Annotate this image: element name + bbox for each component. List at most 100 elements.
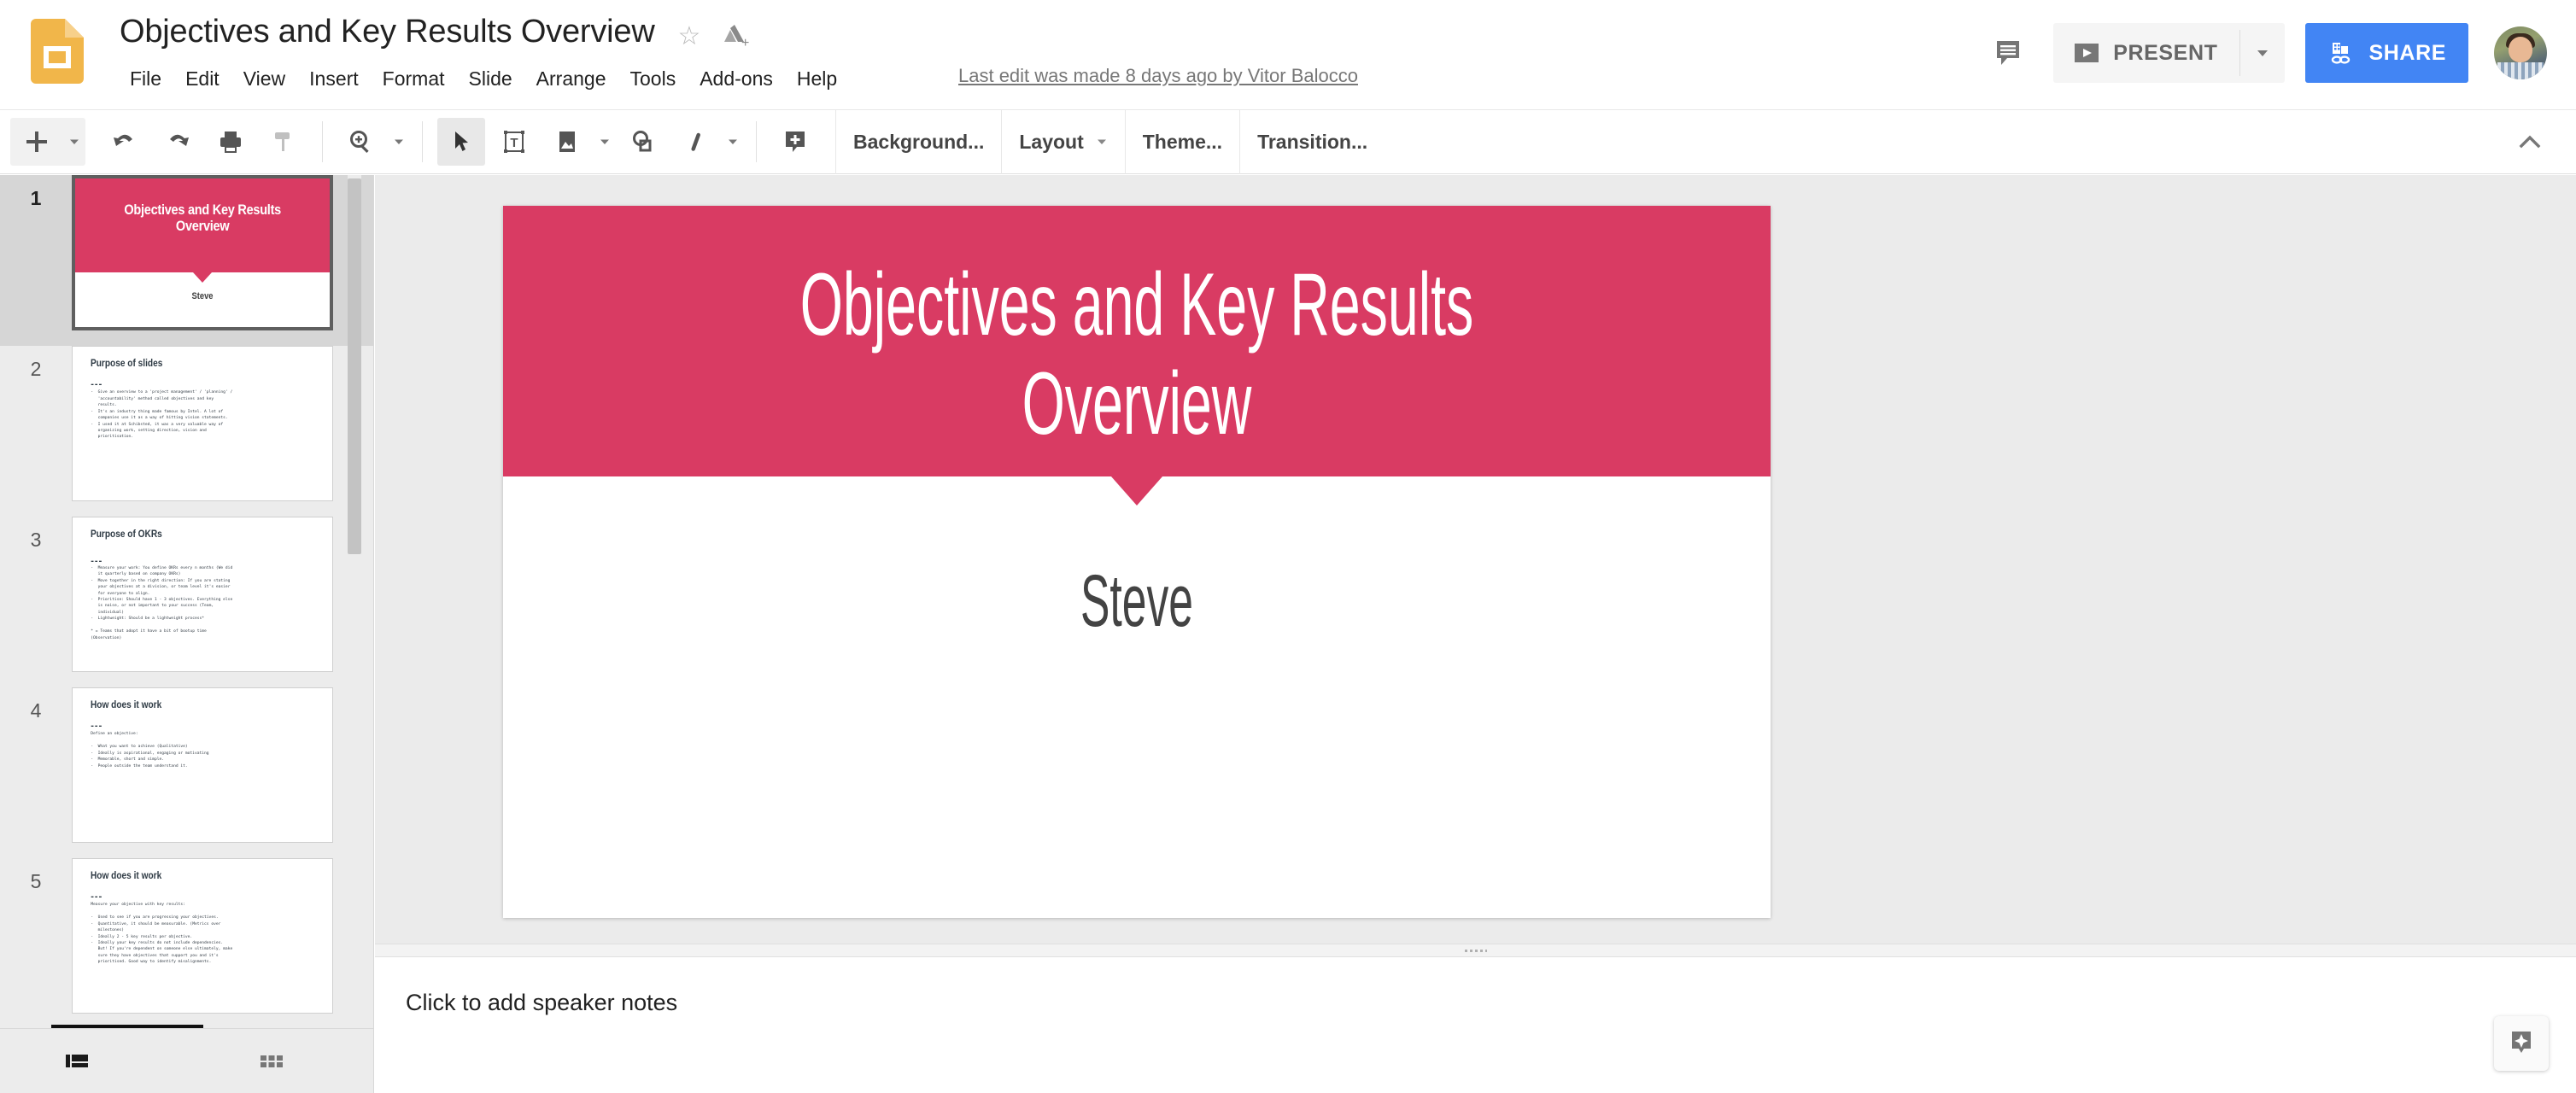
line-options-button[interactable]: [722, 118, 744, 166]
header-actions: PRESENT SHARE: [1983, 14, 2576, 92]
undo-button[interactable]: [101, 118, 149, 166]
thumb-body: - Give an overview to a 'project managem…: [91, 390, 233, 440]
menu-slide[interactable]: Slide: [457, 63, 524, 95]
slide-subtitle-text[interactable]: Steve: [757, 564, 1517, 638]
divider: [422, 121, 423, 162]
menu-file[interactable]: File: [118, 63, 173, 95]
chevron-down-icon: [729, 139, 737, 144]
thumb-rule: ---: [91, 720, 103, 731]
grid-view-icon: [261, 1055, 283, 1067]
menu-tools[interactable]: Tools: [618, 63, 688, 95]
filmstrip-view-icon: [66, 1054, 88, 1067]
slide-thumbnail-3[interactable]: 3 Purpose of OKRs --- - Measure your wor…: [0, 517, 373, 687]
menu-arrange[interactable]: Arrange: [524, 63, 618, 95]
thumb-notch: [193, 272, 212, 283]
zoom-options-button[interactable]: [388, 118, 410, 166]
slide-thumbnail-5[interactable]: 5 How does it work --- Measure your obje…: [0, 858, 373, 1028]
theme-button[interactable]: Theme...: [1126, 118, 1239, 166]
background-button[interactable]: Background...: [836, 118, 1001, 166]
slide-number: 3: [30, 529, 42, 551]
filmstrip-view-button[interactable]: [53, 1037, 101, 1085]
current-slide[interactable]: Objectives and Key Results Overview Stev…: [503, 206, 1771, 918]
slide-filmstrip[interactable]: 1 Objectives and Key Results Overview St…: [0, 175, 374, 1028]
menu-insert[interactable]: Insert: [297, 63, 371, 95]
select-tool-button[interactable]: [437, 118, 485, 166]
thumb-rule: ---: [91, 891, 103, 902]
filmstrip-scrollbar-thumb[interactable]: [348, 178, 361, 554]
divider: [322, 121, 323, 162]
present-button-group[interactable]: PRESENT: [2053, 23, 2286, 83]
thumb-subtitle: Steve: [191, 291, 214, 302]
thumb-body: Define an objective: - What you want to …: [91, 732, 209, 769]
thumbnail-canvas[interactable]: Purpose of slides --- - Give an overview…: [72, 346, 333, 501]
new-slide-options-button[interactable]: [63, 118, 85, 166]
slide-thumbnail-2[interactable]: 2 Purpose of slides --- - Give an overvi…: [0, 346, 373, 517]
notes-resize-handle[interactable]: [375, 944, 2576, 957]
print-icon: [220, 132, 241, 153]
paint-format-button[interactable]: [260, 118, 307, 166]
explore-button[interactable]: [2494, 1016, 2549, 1071]
undo-icon: [114, 134, 132, 146]
chevron-down-icon: [600, 139, 609, 144]
slide-title-text[interactable]: Objectives and Key Results Overview: [776, 255, 1498, 454]
slide-thumbnail-4[interactable]: 4 How does it work --- Define an objecti…: [0, 687, 373, 858]
comment-history-button[interactable]: [1983, 27, 2034, 79]
divider: [756, 121, 757, 162]
thumb-title: Objectives and Key Results Overview: [124, 202, 281, 235]
slide-thumbnail-1[interactable]: 1 Objectives and Key Results Overview St…: [0, 175, 373, 346]
svg-text:+: +: [741, 36, 749, 50]
svg-text:T: T: [510, 136, 518, 150]
text-box-button[interactable]: T: [490, 118, 538, 166]
avatar-detail: [2497, 62, 2544, 79]
zoom-button[interactable]: [337, 118, 385, 166]
redo-button[interactable]: [154, 118, 202, 166]
thumb-body: Measure your objective with key results:…: [91, 903, 233, 965]
thumb-body: - Measure your work: You define OKRs eve…: [91, 565, 233, 640]
chevron-down-icon: [70, 139, 79, 144]
chevron-down-icon: [395, 139, 403, 144]
layout-button[interactable]: Layout: [1002, 118, 1124, 166]
document-title[interactable]: Objectives and Key Results Overview: [120, 14, 655, 50]
share-button[interactable]: SHARE: [2305, 23, 2468, 83]
thumbnail-canvas[interactable]: Purpose of OKRs --- - Measure your work:…: [72, 517, 333, 672]
menu-format[interactable]: Format: [371, 63, 457, 95]
star-icon[interactable]: ☆: [675, 22, 704, 51]
grip-icon: [1464, 949, 1487, 952]
cursor-select-icon: [455, 132, 468, 151]
shape-button[interactable]: [618, 118, 666, 166]
slide-number: 1: [30, 187, 42, 209]
print-button[interactable]: [207, 118, 255, 166]
layout-caret-icon[interactable]: [1091, 118, 1113, 166]
shape-icon: [633, 131, 652, 152]
new-slide-button[interactable]: [13, 118, 61, 166]
thumbnail-canvas[interactable]: How does it work --- Measure your object…: [72, 858, 333, 1014]
thumbnail-canvas[interactable]: Objectives and Key Results Overview Stev…: [72, 175, 333, 330]
slide-number: 2: [30, 358, 42, 380]
menu-view[interactable]: View: [231, 63, 297, 95]
slide-canvas-area[interactable]: Objectives and Key Results Overview Stev…: [375, 175, 2576, 944]
insert-image-button[interactable]: [543, 118, 591, 166]
present-options-button[interactable]: [2240, 23, 2285, 83]
collapse-toolbar-button[interactable]: [2508, 120, 2552, 165]
avatar-detail: [2509, 37, 2532, 62]
add-comment-button[interactable]: [771, 118, 819, 166]
transition-button[interactable]: Transition...: [1240, 118, 1385, 166]
thumbnail-canvas[interactable]: How does it work --- Define an objective…: [72, 687, 333, 843]
present-button[interactable]: PRESENT: [2053, 23, 2239, 83]
avatar[interactable]: [2494, 26, 2547, 79]
speaker-notes-pane[interactable]: Click to add speaker notes: [375, 957, 2576, 1093]
slide-notch: [1111, 476, 1162, 506]
drive-move-icon[interactable]: +: [719, 20, 750, 51]
thumb-rule: ---: [91, 378, 103, 389]
line-button[interactable]: [671, 118, 719, 166]
menu-help[interactable]: Help: [785, 63, 849, 95]
menu-edit[interactable]: Edit: [173, 63, 231, 95]
chevron-up-icon: [2519, 135, 2541, 149]
new-slide-group[interactable]: [10, 118, 85, 166]
text-box-icon: T: [504, 131, 524, 153]
image-options-button[interactable]: [594, 118, 616, 166]
thumb-title: How does it work: [91, 700, 162, 711]
last-edit-link[interactable]: Last edit was made 8 days ago by Vitor B…: [958, 65, 1358, 87]
menu-addons[interactable]: Add-ons: [688, 63, 785, 95]
grid-view-button[interactable]: [248, 1037, 296, 1085]
